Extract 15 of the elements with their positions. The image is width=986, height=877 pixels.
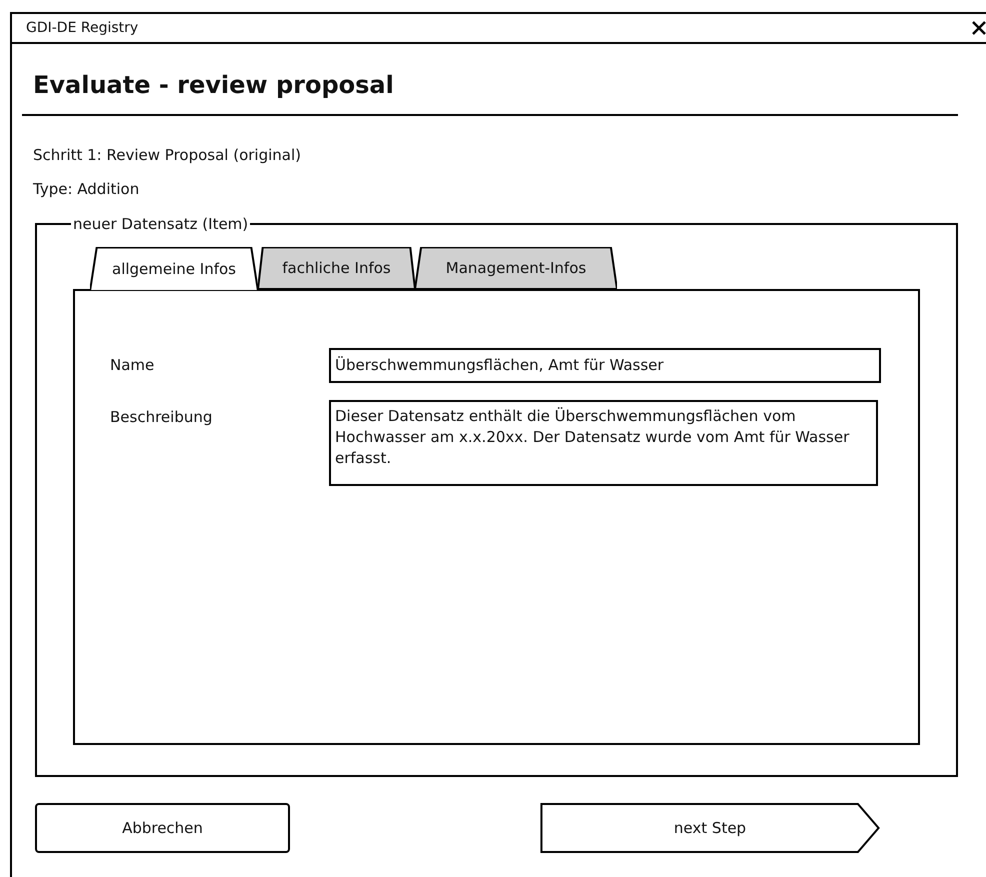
field-label: Name xyxy=(110,355,156,376)
group-title: neuer Datensatz (Item) xyxy=(72,215,250,233)
type-text: Type: Addition xyxy=(33,179,140,199)
close-icon[interactable] xyxy=(972,21,986,35)
next-button[interactable]: next Step xyxy=(538,803,882,853)
name-field[interactable]: Überschwemmungsflächen, Amt für Wasser xyxy=(329,348,881,383)
tab[interactable]: fachliche Infos xyxy=(258,247,415,289)
step-text: Schritt 1: Review Proposal (original) xyxy=(33,145,302,165)
description-field[interactable]: Dieser Datensatz enthält die Überschwemmungsflächen vom Hochwasser am x.x.20xx. Der Datensatz wurde vom Amt für Wasser erfasst. xyxy=(329,400,878,486)
cancel-button[interactable]: Abbrechen xyxy=(35,803,290,853)
window-title: GDI-DE Registry xyxy=(26,20,140,36)
field-label: Beschreibung xyxy=(110,407,214,428)
page-heading: Evaluate - review proposal xyxy=(33,71,394,99)
tab[interactable]: allgemeine Infos xyxy=(90,247,258,291)
tab[interactable]: Management-Infos xyxy=(415,247,617,289)
